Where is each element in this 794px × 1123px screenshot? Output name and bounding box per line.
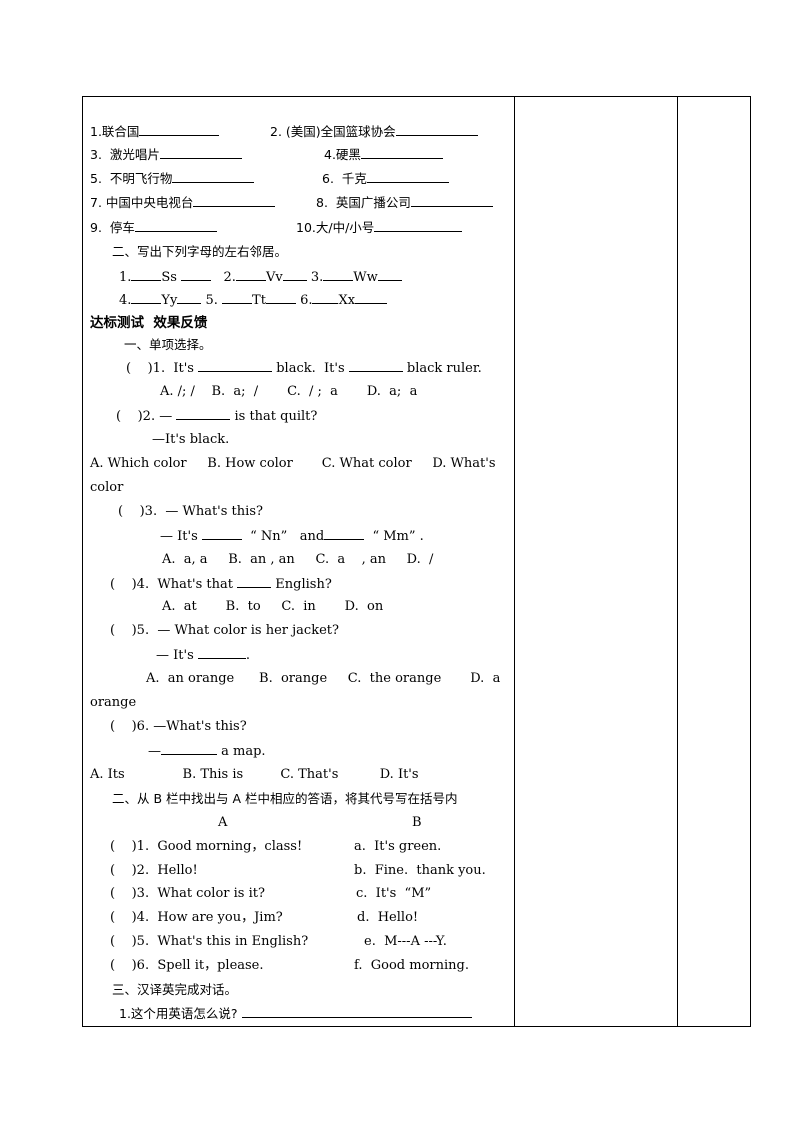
answer-blank[interactable] bbox=[176, 408, 231, 420]
question-5-options: A. an orange B. orange C. the orange D. … bbox=[146, 671, 501, 686]
match-item-a: ( )5. What's this in English? bbox=[110, 934, 309, 949]
test-heading: 达标测试 效果反馈 bbox=[90, 315, 208, 331]
vocab-item: 6. 千克 bbox=[322, 171, 449, 187]
answer-blank[interactable] bbox=[181, 269, 212, 281]
answer-blank[interactable] bbox=[324, 528, 365, 540]
section-heading: 二、从 B 栏中找出与 A 栏中相应的答语，将其代号写在括号内 bbox=[112, 791, 458, 806]
vocab-item: 8. 英国广播公司 bbox=[316, 195, 493, 211]
question-4: ( )4. What's that English? bbox=[110, 576, 332, 592]
question-5: ( )5. — What color is her jacket? bbox=[110, 623, 339, 638]
answer-blank[interactable] bbox=[131, 269, 162, 281]
match-item-b: b. Fine. thank you. bbox=[354, 863, 486, 878]
letter-row: 4. Yy 5. Tt 6. Xx bbox=[119, 292, 388, 309]
section-heading: 一、单项选择。 bbox=[124, 337, 212, 352]
vocab-item: 9. 停车 bbox=[90, 220, 217, 236]
answer-blank[interactable] bbox=[131, 292, 162, 304]
answer-blank[interactable] bbox=[355, 292, 388, 304]
question-1: ( )1. It's black. It's black ruler. bbox=[126, 360, 482, 376]
answer-blank[interactable] bbox=[139, 124, 220, 136]
answer-blank[interactable] bbox=[395, 124, 478, 136]
match-item-a: ( )6. Spell it，please. bbox=[110, 958, 264, 973]
vocab-item: 4.硬黑 bbox=[324, 147, 443, 163]
vocab-item: 5. 不明飞行物 bbox=[90, 171, 255, 187]
answer-blank[interactable] bbox=[198, 360, 273, 372]
match-item-a: ( )1. Good morning，class! bbox=[110, 839, 303, 854]
answer-blank[interactable] bbox=[377, 269, 402, 281]
answer-blank[interactable] bbox=[161, 743, 217, 755]
match-item-b: c. It's “M” bbox=[356, 886, 432, 901]
answer-blank[interactable] bbox=[366, 171, 449, 183]
match-item-b: d. Hello! bbox=[357, 910, 419, 925]
answer-blank[interactable] bbox=[348, 360, 403, 372]
question-1-options: A. /; / B. a; ∕ C. ∕ ; a D. a; a bbox=[160, 384, 418, 399]
question-6-answer: — a map. bbox=[148, 743, 266, 759]
question-5-answer: — It's . bbox=[156, 647, 251, 663]
answer-blank[interactable] bbox=[222, 292, 253, 304]
answer-blank[interactable] bbox=[360, 147, 443, 159]
question-6-options: A. Its B. This is C. That's D. It's bbox=[90, 767, 419, 782]
vocab-item: 1.联合国 bbox=[90, 124, 220, 140]
answer-blank[interactable] bbox=[374, 220, 463, 232]
answer-blank[interactable] bbox=[134, 220, 217, 232]
answer-blank[interactable] bbox=[172, 171, 255, 183]
match-item-a: ( )2. Hello! bbox=[110, 863, 198, 878]
column-b-label: B bbox=[412, 815, 422, 830]
question-5-options-wrap: orange bbox=[90, 695, 137, 710]
answer-blank[interactable] bbox=[197, 647, 246, 659]
match-item-b: a. It's green. bbox=[354, 839, 442, 854]
translate-item: 1.这个用英语怎么说? bbox=[119, 1006, 472, 1022]
question-2-answer: —It's black. bbox=[152, 432, 230, 447]
question-2-options: A. Which color B. How color C. What colo… bbox=[90, 456, 496, 471]
question-6: ( )6. —What's this? bbox=[110, 719, 247, 734]
match-item-b: e. M---A ---Y. bbox=[364, 934, 447, 949]
answer-blank[interactable] bbox=[265, 292, 296, 304]
match-item-a: ( )4. How are you，Jim? bbox=[110, 910, 283, 925]
question-4-options: A. at B. to C. in D. on bbox=[162, 599, 384, 614]
column-divider bbox=[514, 97, 515, 1026]
match-item-a: ( )3. What color is it? bbox=[110, 886, 265, 901]
question-3: ( )3. — What's this? bbox=[118, 504, 263, 519]
section-heading: 二、写出下列字母的左右邻居。 bbox=[112, 244, 288, 259]
vocab-item: 10.大/中/小号 bbox=[296, 220, 463, 236]
question-3-options: A. a, a B. an , an C. a , an D. ∕ bbox=[162, 552, 434, 567]
answer-blank[interactable] bbox=[159, 147, 242, 159]
question-2-options-wrap: color bbox=[90, 480, 124, 495]
answer-blank[interactable] bbox=[241, 1006, 472, 1018]
answer-blank[interactable] bbox=[237, 576, 272, 588]
answer-blank[interactable] bbox=[410, 195, 493, 207]
answer-blank[interactable] bbox=[177, 292, 202, 304]
answer-blank[interactable] bbox=[235, 269, 266, 281]
vocab-item: 2. (美国)全国篮球协会 bbox=[270, 124, 478, 140]
vocab-item: 3. 激光唱片 bbox=[90, 147, 242, 163]
answer-blank[interactable] bbox=[282, 269, 307, 281]
answer-blank[interactable] bbox=[201, 528, 242, 540]
column-divider bbox=[677, 97, 678, 1026]
question-3-answer: — It's “ Nn” and “ Mm” . bbox=[160, 528, 424, 544]
column-a-label: A bbox=[218, 815, 228, 830]
answer-blank[interactable] bbox=[312, 292, 339, 304]
match-item-b: f. Good morning. bbox=[354, 958, 469, 973]
vocab-item: 7. 中国中央电视台 bbox=[90, 195, 276, 211]
letter-row: 1. Ss 2. Vv 3. Ww bbox=[119, 269, 402, 286]
answer-blank[interactable] bbox=[193, 195, 276, 207]
answer-blank[interactable] bbox=[323, 269, 354, 281]
section-heading: 三、汉译英完成对话。 bbox=[112, 982, 238, 997]
question-2: ( )2. — is that quilt? bbox=[116, 408, 318, 424]
